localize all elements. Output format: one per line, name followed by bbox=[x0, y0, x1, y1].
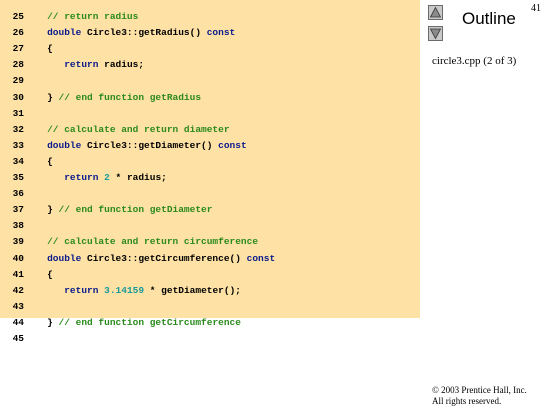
code-line: 35 return 2 * radius; bbox=[0, 170, 167, 186]
code-token-keyword: const bbox=[206, 27, 236, 39]
code-line: 41 { bbox=[0, 267, 53, 283]
code-token-comment: // end function getDiameter bbox=[58, 204, 213, 216]
code-token-comment: // calculate and return diameter bbox=[30, 123, 230, 135]
page-number: 41 bbox=[531, 3, 541, 14]
code-line: 42 return 3.14159 * getDiameter(); bbox=[0, 283, 241, 299]
line-number: 36 bbox=[12, 188, 24, 200]
code-line: 37 } // end function getDiameter bbox=[0, 202, 213, 218]
code-token-comment: // end function getCircumference bbox=[58, 316, 241, 328]
line-number: 32 bbox=[12, 123, 24, 135]
copyright-line-1: © 2003 Prentice Hall, Inc. bbox=[432, 385, 527, 395]
line-number: 40 bbox=[12, 252, 24, 264]
code-line: 33 double Circle3::getDiameter() const bbox=[0, 138, 247, 154]
line-number: 35 bbox=[12, 172, 24, 183]
next-slide-button[interactable] bbox=[428, 26, 443, 41]
line-number: 39 bbox=[12, 236, 24, 248]
line-number: 25 bbox=[12, 11, 24, 22]
code-token-number: 3.14159 bbox=[104, 284, 145, 296]
code-token-plain: * radius; bbox=[109, 172, 167, 183]
code-line: 28 return radius; bbox=[0, 57, 144, 73]
code-token-keyword: return bbox=[64, 284, 99, 296]
code-line: 27 { bbox=[0, 41, 53, 57]
code-line: 38 bbox=[0, 218, 30, 234]
line-number: 42 bbox=[12, 284, 24, 296]
code-line: 30 } // end function getRadius bbox=[0, 90, 201, 106]
line-number: 27 bbox=[12, 43, 24, 55]
code-token-comment: // calculate and return circumference bbox=[30, 236, 259, 248]
line-number: 31 bbox=[12, 107, 24, 119]
code-line: 31 bbox=[0, 106, 30, 122]
code-line: 39 // calculate and return circumference bbox=[0, 234, 258, 250]
code-line: 32 // calculate and return diameter bbox=[0, 122, 230, 138]
line-number: 33 bbox=[12, 139, 24, 151]
line-number: 30 bbox=[12, 91, 24, 103]
code-token-plain: { bbox=[30, 155, 53, 167]
copyright-notice: © 2003 Prentice Hall, Inc. All rights re… bbox=[432, 385, 527, 407]
line-number: 26 bbox=[12, 27, 24, 39]
code-token-keyword: double bbox=[30, 139, 82, 151]
line-number: 38 bbox=[12, 220, 24, 232]
code-token-plain: * getDiameter(); bbox=[144, 284, 241, 296]
line-number: 41 bbox=[12, 268, 24, 280]
line-number: 28 bbox=[12, 59, 24, 71]
code-token-keyword: const bbox=[246, 252, 276, 264]
code-line: 43 bbox=[0, 299, 30, 315]
code-token-plain: { bbox=[30, 268, 53, 280]
code-token-plain: } bbox=[30, 204, 59, 216]
code-token-plain: Circle3::getDiameter() bbox=[81, 139, 219, 151]
code-line: 25 // return radius bbox=[0, 9, 139, 25]
copyright-line-2: All rights reserved. bbox=[432, 396, 502, 406]
file-label: circle3.cpp (2 of 3) bbox=[432, 55, 517, 67]
code-token-comment: // return radius bbox=[30, 11, 139, 22]
code-token-plain: Circle3::getRadius() bbox=[81, 27, 207, 39]
previous-slide-button[interactable] bbox=[428, 5, 443, 20]
outline-title: Outline bbox=[462, 9, 516, 28]
code-token-plain: Circle3::getCircumference() bbox=[81, 252, 247, 264]
line-number: 29 bbox=[12, 75, 24, 87]
code-token-keyword: return bbox=[64, 172, 99, 183]
code-token-keyword: const bbox=[218, 139, 247, 151]
code-line: 45 bbox=[0, 331, 30, 347]
line-number: 37 bbox=[12, 204, 24, 216]
line-number: 45 bbox=[12, 333, 24, 344]
code-token-plain: } bbox=[30, 316, 59, 328]
code-token-comment: // end function getRadius bbox=[58, 91, 202, 103]
code-token-plain: { bbox=[30, 43, 53, 55]
code-line: 36 bbox=[0, 186, 30, 202]
code-token-plain: radius; bbox=[98, 59, 145, 71]
code-line: 44 } // end function getCircumference bbox=[0, 315, 241, 331]
code-line: 34 { bbox=[0, 154, 53, 170]
code-line: 40 double Circle3::getCircumference() co… bbox=[0, 251, 276, 267]
code-line: 26 double Circle3::getRadius() const bbox=[0, 25, 236, 41]
triangle-up-icon bbox=[429, 6, 442, 18]
code-token-keyword: double bbox=[30, 252, 82, 264]
triangle-down-icon bbox=[429, 28, 442, 40]
code-line: 29 bbox=[0, 73, 30, 89]
code-token-keyword: return bbox=[64, 59, 99, 71]
code-token-keyword: double bbox=[30, 27, 82, 39]
code-token-plain: } bbox=[30, 91, 59, 103]
line-number: 34 bbox=[12, 155, 24, 167]
line-number: 43 bbox=[12, 300, 24, 312]
code-listing-panel: 25 // return radius 26 double Circle3::ge… bbox=[0, 0, 420, 344]
line-number: 44 bbox=[12, 316, 24, 328]
